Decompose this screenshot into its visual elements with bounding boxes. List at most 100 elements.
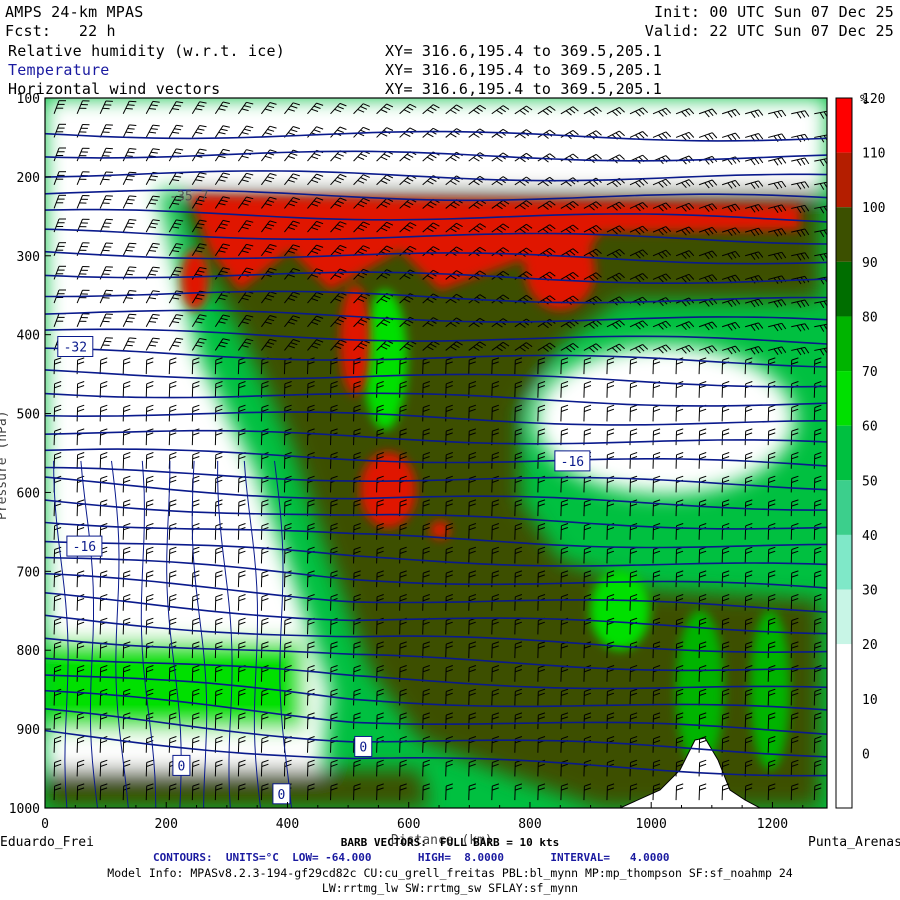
wind-barb (629, 596, 631, 611)
wind-barb (99, 407, 102, 422)
wind-barb (237, 596, 240, 611)
wind-barb (168, 573, 171, 588)
wind-barb-flag (127, 270, 135, 272)
wind-barb (168, 644, 171, 659)
wind-barb (306, 407, 309, 422)
x-tick-label: 1000 (636, 817, 667, 832)
wind-barb (445, 762, 447, 777)
wind-barb-flag (125, 273, 133, 276)
temperature-label: -16 (73, 540, 96, 555)
x-tick-label: 600 (397, 817, 420, 832)
wind-barb (491, 620, 493, 635)
wind-barb (237, 644, 240, 659)
colorbar-label: 70 (862, 365, 878, 380)
wind-barb (491, 360, 493, 375)
wind-barb (53, 360, 56, 375)
colorbar-label: 50 (862, 474, 878, 489)
wind-barb (560, 596, 562, 611)
wind-barb (813, 407, 816, 422)
wind-barb (560, 762, 562, 777)
wind-barb (698, 360, 701, 375)
wind-barb-flag (125, 131, 133, 134)
wind-barb (99, 573, 102, 588)
colorbar-label: 110 (862, 147, 885, 162)
x-tick-label: 1200 (757, 817, 788, 832)
wind-barb (306, 360, 309, 375)
temperature-label: -16 (561, 455, 584, 470)
wind-barb (237, 383, 240, 398)
wind-barb (629, 762, 631, 777)
wind-barb-flag (129, 171, 137, 174)
wind-barb-flag (125, 320, 133, 323)
wind-barb (744, 360, 747, 375)
wind-barb (53, 407, 56, 422)
wind-barb-flag (102, 155, 110, 157)
wind-barb (422, 549, 424, 564)
wind-barb (698, 549, 701, 564)
y-tick-label: 700 (17, 565, 40, 580)
x-tick-label: 200 (154, 817, 177, 832)
wind-barb (422, 407, 424, 422)
wind-barb (237, 360, 240, 375)
wind-barb-flag (127, 199, 135, 201)
wind-barb (53, 549, 56, 564)
wind-barb (237, 407, 240, 422)
colorbar-swatch (836, 425, 852, 481)
cross-section-chart: -32-16-16000-35.7 0 200 400 600 800 1000 1200 … (0, 92, 900, 850)
wind-barb (744, 620, 747, 635)
wind-barb (629, 478, 631, 493)
wind-barb (744, 786, 747, 801)
wind-barb (698, 407, 701, 422)
wind-barb (560, 525, 562, 540)
wind-barb (237, 667, 240, 682)
wind-barb (376, 596, 378, 611)
colorbar-swatch (836, 753, 852, 808)
colorbar-swatch (836, 261, 852, 317)
wind-barb (376, 360, 378, 375)
wind-barb (445, 431, 447, 446)
wind-barb-flag (102, 226, 110, 228)
wind-barb (744, 596, 747, 611)
wind-barb (813, 502, 816, 517)
wind-barb (813, 573, 816, 588)
wind-barb (376, 525, 378, 540)
temperature-label: 0 (278, 788, 286, 803)
wind-barb (53, 383, 56, 398)
wind-barb (422, 573, 424, 588)
wind-barb (99, 762, 102, 777)
wind-barb-flag (127, 151, 135, 154)
wind-barb (53, 738, 56, 753)
temperature-label: 0 (359, 740, 367, 755)
y-tick-label: 900 (17, 723, 40, 738)
wind-barb (99, 454, 102, 469)
wind-barb (445, 691, 447, 706)
colorbar-label: 100 (862, 201, 885, 216)
colorbar-swatch (836, 316, 852, 372)
wind-barb-flag (125, 107, 133, 110)
wind-barb (168, 715, 171, 730)
wind-barb (237, 620, 240, 635)
wind-barb (698, 454, 701, 469)
wind-barb (698, 573, 701, 588)
wind-barb (445, 360, 447, 375)
wind-barb (813, 715, 816, 730)
wind-barb (376, 454, 378, 469)
wind-barb-flag (105, 289, 113, 292)
y-tick-label: 1000 (9, 802, 40, 817)
wind-barb (99, 715, 102, 730)
wind-barb (767, 715, 770, 730)
wind-barb (698, 762, 701, 777)
wind-barb (122, 407, 125, 422)
wind-barb-flag (129, 219, 137, 221)
wind-barb-flag (828, 182, 832, 188)
model-info: Model Info: MPASv8.2.3-194-gf29cd82c CU:… (107, 866, 793, 880)
wind-barb (491, 762, 493, 777)
wind-barb (491, 715, 493, 730)
wind-barb (376, 762, 378, 777)
model-info-2: LW:rrtmg_lw SW:rrtmg_sw SFLAY:sf_mynn (321, 881, 579, 895)
wind-barb (698, 478, 701, 493)
wind-barb (698, 431, 701, 446)
colorbar-swatch (836, 589, 852, 645)
wind-barb (122, 644, 125, 659)
wind-barb (306, 667, 309, 682)
